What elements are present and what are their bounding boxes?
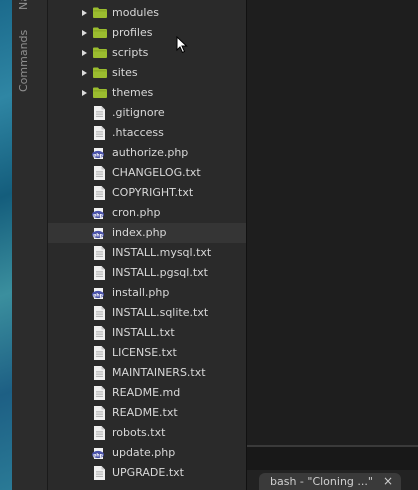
editor-area[interactable]: [247, 0, 418, 490]
file-icon: [94, 186, 105, 200]
tree-item[interactable]: robots.txt: [48, 423, 246, 443]
tree-item[interactable]: php update.php: [48, 443, 246, 463]
file-icon: [94, 466, 105, 480]
tree-item-label: README.txt: [112, 406, 178, 419]
tree-item[interactable]: php authorize.php: [48, 143, 246, 163]
tree-item-label: INSTALL.sqlite.txt: [112, 306, 209, 319]
tree-item-label: scripts: [112, 46, 149, 59]
desktop-background-strip: [0, 0, 12, 490]
tree-item-label: install.php: [112, 286, 170, 299]
file-icon: [94, 406, 105, 420]
tree-item-label: update.php: [112, 446, 176, 459]
terminal-tab[interactable]: bash - "Cloning ..." ×: [259, 473, 401, 490]
file-icon: [94, 266, 105, 280]
side-tab-navigate[interactable]: Na: [17, 0, 30, 10]
tree-item[interactable]: UPGRADE.txt: [48, 463, 246, 483]
tree-item-label: .gitignore: [112, 106, 165, 119]
tree-item-label: LICENSE.txt: [112, 346, 177, 359]
tree-item[interactable]: sites: [48, 63, 246, 83]
terminal-tab-label: bash - "Cloning ...": [270, 475, 373, 488]
expand-arrow-icon[interactable]: [82, 50, 87, 56]
tree-item-label: modules: [112, 6, 159, 19]
tree-item-label: INSTALL.txt: [112, 326, 175, 339]
tree-item-label: authorize.php: [112, 146, 189, 159]
folder-icon: [93, 87, 107, 98]
tree-item-label: CHANGELOG.txt: [112, 166, 201, 179]
expand-arrow-icon[interactable]: [82, 90, 87, 96]
tree-item[interactable]: INSTALL.pgsql.txt: [48, 263, 246, 283]
side-tab-commands[interactable]: Commands: [17, 30, 30, 92]
tree-item[interactable]: scripts: [48, 43, 246, 63]
close-icon[interactable]: ×: [383, 474, 393, 488]
svg-text:php: php: [93, 452, 104, 458]
file-icon: [94, 426, 105, 440]
tree-item-label: index.php: [112, 226, 167, 239]
tree-item-label: themes: [112, 86, 154, 99]
file-icon: [94, 386, 105, 400]
file-tree-panel: modules profiles scripts sites themes .gitign…: [48, 0, 247, 490]
tree-item[interactable]: .gitignore: [48, 103, 246, 123]
tree-item[interactable]: php index.php: [48, 223, 246, 243]
tree-item[interactable]: php cron.php: [48, 203, 246, 223]
svg-text:php: php: [93, 232, 104, 238]
php-file-icon: php: [92, 148, 104, 159]
file-icon: [94, 126, 105, 140]
tree-item-label: INSTALL.pgsql.txt: [112, 266, 208, 279]
folder-icon: [93, 67, 107, 78]
file-icon: [94, 326, 105, 340]
file-icon: [94, 166, 105, 180]
tree-item-label: sites: [112, 66, 138, 79]
file-icon: [94, 246, 105, 260]
tree-item[interactable]: modules: [48, 3, 246, 23]
file-icon: [94, 366, 105, 380]
tree-item-label: .htaccess: [112, 126, 164, 139]
php-file-icon: php: [92, 448, 104, 459]
tree-item[interactable]: INSTALL.sqlite.txt: [48, 303, 246, 323]
tree-item[interactable]: php install.php: [48, 283, 246, 303]
expand-arrow-icon[interactable]: [82, 10, 87, 16]
tree-item[interactable]: INSTALL.txt: [48, 323, 246, 343]
tree-item-label: UPGRADE.txt: [112, 466, 184, 479]
tree-item[interactable]: README.txt: [48, 403, 246, 423]
svg-text:php: php: [93, 292, 104, 298]
tree-item[interactable]: README.md: [48, 383, 246, 403]
tree-item-label: cron.php: [112, 206, 161, 219]
php-file-icon: php: [92, 208, 104, 219]
file-icon: [94, 346, 105, 360]
tree-item[interactable]: profiles: [48, 23, 246, 43]
tree-item-label: profiles: [112, 26, 153, 39]
folder-icon: [93, 27, 107, 38]
php-file-icon: php: [92, 228, 104, 239]
expand-arrow-icon[interactable]: [82, 70, 87, 76]
svg-text:php: php: [93, 212, 104, 218]
tree-item-label: README.md: [112, 386, 181, 399]
php-file-icon: php: [92, 288, 104, 299]
tree-item-label: MAINTAINERS.txt: [112, 366, 206, 379]
tree-item[interactable]: LICENSE.txt: [48, 343, 246, 363]
tree-item[interactable]: .htaccess: [48, 123, 246, 143]
expand-arrow-icon[interactable]: [82, 30, 87, 36]
folder-icon: [93, 7, 107, 18]
tree-item[interactable]: themes: [48, 83, 246, 103]
svg-text:php: php: [93, 152, 104, 158]
mouse-cursor-icon: [176, 36, 188, 54]
tree-item[interactable]: COPYRIGHT.txt: [48, 183, 246, 203]
tree-item-label: INSTALL.mysql.txt: [112, 246, 212, 259]
folder-icon: [93, 47, 107, 58]
file-icon: [94, 306, 105, 320]
file-icon: [94, 106, 105, 120]
tree-item-label: COPYRIGHT.txt: [112, 186, 194, 199]
tree-item[interactable]: CHANGELOG.txt: [48, 163, 246, 183]
tree-item-label: robots.txt: [112, 426, 166, 439]
tree-item[interactable]: MAINTAINERS.txt: [48, 363, 246, 383]
tree-item[interactable]: INSTALL.mysql.txt: [48, 243, 246, 263]
